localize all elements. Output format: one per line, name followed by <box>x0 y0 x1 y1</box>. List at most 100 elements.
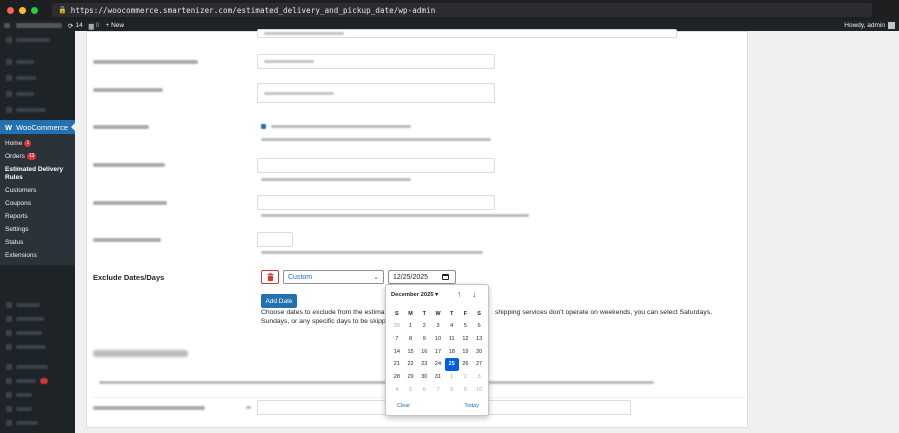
blurred-select[interactable] <box>257 29 677 38</box>
submenu-item-estimated-delivery-rules[interactable]: Estimated Delivery Rules <box>0 163 75 184</box>
calendar-day[interactable]: 5 <box>459 320 473 333</box>
calendar-day[interactable]: 22 <box>404 358 418 371</box>
blurred-input[interactable] <box>257 158 495 173</box>
calendar-day[interactable]: 18 <box>445 346 459 359</box>
blurred-select[interactable] <box>257 83 495 103</box>
sidebar-item-tools[interactable] <box>0 402 75 416</box>
submenu-item-status[interactable]: Status <box>0 236 75 249</box>
calendar-day[interactable]: 8 <box>404 333 418 346</box>
comments-pending-link[interactable]: ▆ 0 <box>89 22 100 30</box>
calendar-day[interactable]: 7 <box>431 384 445 397</box>
sidebar-item-products[interactable] <box>0 298 75 312</box>
sidebar-item-media[interactable] <box>0 70 75 86</box>
blurred-input[interactable] <box>257 232 293 247</box>
sidebar-item-marketing[interactable] <box>0 340 75 354</box>
submenu-item-orders[interactable]: Orders 13 <box>0 150 75 163</box>
calendar-day[interactable]: 21 <box>390 358 404 371</box>
calendar-day[interactable]: 19 <box>459 346 473 359</box>
calendar-icon[interactable] <box>442 274 449 280</box>
close-window-button[interactable] <box>7 6 14 14</box>
submenu-item-home[interactable]: Home 1 <box>0 137 75 150</box>
submenu-item-coupons[interactable]: Coupons <box>0 197 75 210</box>
sidebar-item-comments[interactable] <box>0 102 75 118</box>
sidebar-item-woocommerce[interactable]: W WooCommerce <box>0 120 75 134</box>
calendar-day[interactable]: 9 <box>417 333 431 346</box>
my-account-menu[interactable]: Howdy, admin <box>844 22 899 29</box>
calendar-day-selected[interactable]: 25 <box>444 358 459 372</box>
delete-date-button[interactable] <box>261 270 279 284</box>
submenu-item-settings[interactable]: Settings <box>0 223 75 236</box>
calendar-day[interactable]: 14 <box>390 346 404 359</box>
howdy-text: Howdy, admin <box>844 22 885 29</box>
sidebar-item-dashboard[interactable] <box>0 31 75 49</box>
sidebar-item-payments[interactable] <box>0 312 75 326</box>
calendar-day[interactable]: 15 <box>404 346 418 359</box>
calendar-day[interactable]: 31 <box>431 371 445 384</box>
calendar-day[interactable]: 20 <box>472 346 486 359</box>
exclude-date-input[interactable]: 12/25/2025 <box>388 270 456 284</box>
calendar-day[interactable]: 23 <box>417 358 431 371</box>
calendar-day[interactable]: 16 <box>417 346 431 359</box>
submenu-item-extensions[interactable]: Extensions <box>0 249 75 262</box>
month-year-selector[interactable]: December 2025 ▾ <box>391 292 438 298</box>
calendar-day[interactable]: 4 <box>445 320 459 333</box>
calendar-day[interactable]: 8 <box>445 384 459 397</box>
calendar-day[interactable]: 30 <box>390 320 404 333</box>
calendar-day[interactable]: 11 <box>445 333 459 346</box>
calendar-day[interactable]: 13 <box>472 333 486 346</box>
comments-link[interactable]: ⟳ 14 <box>68 22 83 30</box>
submenu-item-reports[interactable]: Reports <box>0 210 75 223</box>
url-text: https://woocommerce.smartenizer.com/esti… <box>70 5 436 15</box>
clear-date-button[interactable]: Clear <box>397 403 410 409</box>
blurred-input[interactable] <box>257 195 495 210</box>
exclude-description-line1: Choose dates to exclude from the estimat <box>261 309 387 316</box>
new-content-link[interactable]: + New <box>105 22 124 29</box>
orders-badge: 13 <box>26 153 37 160</box>
calendar-day[interactable]: 1 <box>404 320 418 333</box>
next-month-button[interactable]: ↓ <box>472 289 477 299</box>
today-button[interactable]: Today <box>464 403 479 409</box>
calendar-day[interactable]: 26 <box>459 358 473 371</box>
calendar-day[interactable]: 1 <box>445 371 459 384</box>
site-name-link[interactable] <box>16 23 62 28</box>
submenu-item-customers[interactable]: Customers <box>0 184 75 197</box>
calendar-day[interactable]: 6 <box>472 320 486 333</box>
calendar-day[interactable]: 27 <box>472 358 486 371</box>
blurred-label <box>93 88 163 92</box>
exclude-mode-select[interactable]: Custom ⌄ <box>283 270 384 284</box>
calendar-day[interactable]: 4 <box>390 384 404 397</box>
blurred-checkbox[interactable] <box>261 124 266 129</box>
calendar-day[interactable]: 24 <box>431 358 445 371</box>
calendar-day[interactable]: 28 <box>390 371 404 384</box>
calendar-day[interactable]: 3 <box>431 320 445 333</box>
calendar-day[interactable]: 30 <box>417 371 431 384</box>
calendar-day[interactable]: 29 <box>404 371 418 384</box>
address-bar[interactable]: 🔒 https://woocommerce.smartenizer.com/es… <box>52 3 872 17</box>
blurred-select[interactable] <box>257 54 495 69</box>
calendar-day[interactable]: 2 <box>459 371 473 384</box>
sidebar-item-pages[interactable] <box>0 86 75 102</box>
sidebar-item-analytics[interactable] <box>0 326 75 340</box>
sidebar-item-settings[interactable] <box>0 416 75 430</box>
calendar-day[interactable]: 2 <box>417 320 431 333</box>
sidebar-item-plugins[interactable] <box>0 374 75 388</box>
sidebar-item-posts[interactable] <box>0 54 75 70</box>
calendar-day[interactable]: 6 <box>417 384 431 397</box>
sidebar-item-users[interactable] <box>0 388 75 402</box>
calendar-day[interactable]: 17 <box>431 346 445 359</box>
calendar-day[interactable]: 9 <box>459 384 473 397</box>
calendar-day[interactable]: 10 <box>472 384 486 397</box>
minimize-window-button[interactable] <box>19 6 26 14</box>
wordpress-logo-icon[interactable] <box>4 23 10 28</box>
previous-month-button[interactable]: ↑ <box>457 289 462 299</box>
calendar-day[interactable]: 12 <box>459 333 473 346</box>
calendar-day[interactable]: 10 <box>431 333 445 346</box>
updates-icon: ⟳ <box>68 22 74 30</box>
weekday-header: T <box>422 311 426 317</box>
calendar-day[interactable]: 7 <box>390 333 404 346</box>
calendar-day[interactable]: 3 <box>472 371 486 384</box>
sidebar-item-appearance[interactable] <box>0 360 75 374</box>
add-date-button[interactable]: Add Date <box>261 294 297 308</box>
zoom-window-button[interactable] <box>31 6 38 14</box>
calendar-day[interactable]: 5 <box>404 384 418 397</box>
